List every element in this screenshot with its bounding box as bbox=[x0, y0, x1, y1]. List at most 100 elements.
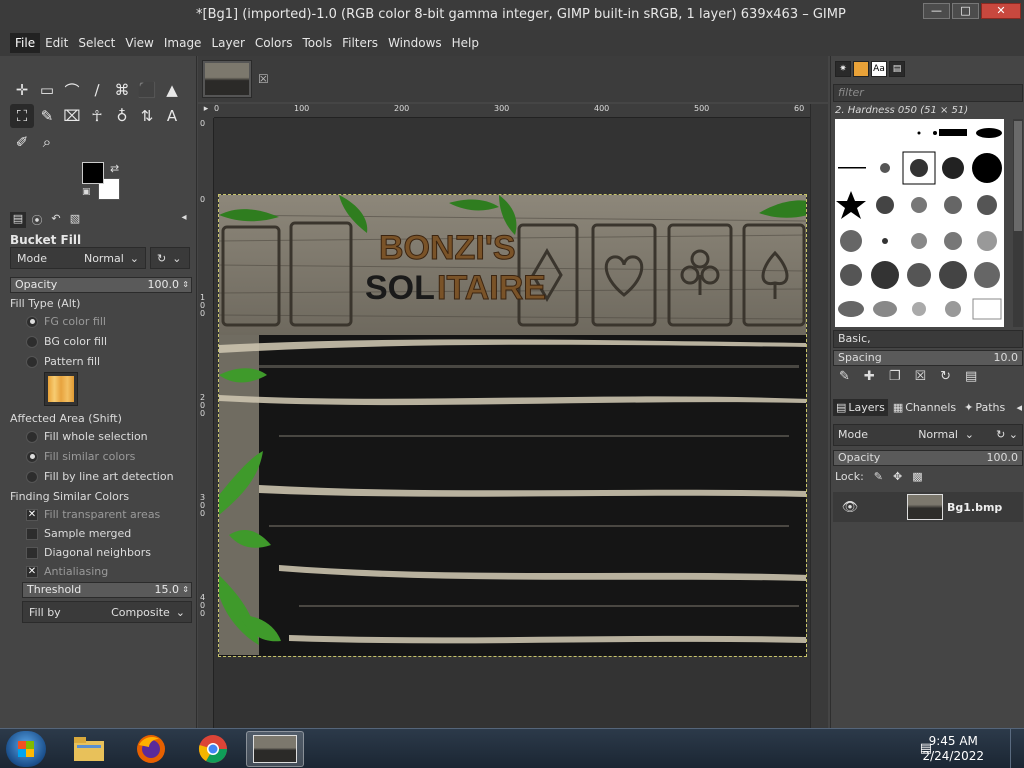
horizontal-ruler[interactable]: 0 100 200 300 400 500 60 bbox=[214, 104, 810, 118]
spin-icon[interactable]: ⇕ bbox=[182, 583, 189, 597]
mode-select[interactable]: Mode Normal ⌄ bbox=[10, 247, 146, 269]
ruler-corner[interactable]: ▸ bbox=[198, 104, 214, 118]
menu-help[interactable]: Help bbox=[447, 33, 484, 53]
paintbrush-tool-icon[interactable]: ✎ bbox=[35, 104, 59, 128]
layer-opacity-slider[interactable]: Opacity 100.0 bbox=[833, 450, 1023, 466]
layer-name: Bg1.bmp bbox=[947, 500, 1003, 514]
taskbar-explorer[interactable] bbox=[60, 731, 118, 767]
duplicate-brush-icon[interactable]: ❐ bbox=[889, 369, 901, 384]
channels-icon: ▦ bbox=[892, 400, 904, 414]
menu-windows[interactable]: Windows bbox=[383, 33, 447, 53]
free-select-tool-icon[interactable]: ⌒ bbox=[60, 78, 84, 102]
fonts-tab-icon[interactable]: Aa bbox=[871, 61, 887, 77]
swap-colors-icon[interactable]: ⇄ bbox=[110, 162, 119, 175]
eraser-tool-icon[interactable]: ⌧ bbox=[60, 104, 84, 128]
open-brush-as-image-icon[interactable]: ▤ bbox=[965, 369, 977, 384]
menu-view[interactable]: View bbox=[120, 33, 158, 53]
brushes-tab-icon[interactable]: ✷ bbox=[835, 61, 851, 77]
image-canvas[interactable]: BONZI'S SOL ITAIRE bbox=[218, 194, 807, 657]
close-tab-icon[interactable]: ☒ bbox=[258, 72, 269, 86]
reset-icon[interactable]: ↻ ⌄ bbox=[996, 425, 1018, 445]
check-sample-merged[interactable]: Sample merged bbox=[26, 527, 131, 540]
layer-opacity-label: Opacity bbox=[838, 451, 881, 464]
radio-fill-similar-colors[interactable]: Fill similar colors bbox=[26, 450, 135, 463]
radio-fill-line-art[interactable]: Fill by line art detection bbox=[26, 470, 174, 483]
document-history-tab-icon[interactable]: ▤ bbox=[889, 61, 905, 77]
menu-tools[interactable]: Tools bbox=[298, 33, 338, 53]
radio-fill-whole-selection[interactable]: Fill whole selection bbox=[26, 430, 148, 443]
smudge-tool-icon[interactable]: ♁ bbox=[110, 104, 134, 128]
refresh-brushes-icon[interactable]: ↻ bbox=[940, 369, 951, 384]
new-brush-icon[interactable]: ✚ bbox=[864, 369, 875, 384]
threshold-slider[interactable]: Threshold 15.0 ⇕ bbox=[22, 582, 192, 598]
menu-edit[interactable]: Edit bbox=[40, 33, 73, 53]
delete-brush-icon[interactable]: ☒ bbox=[914, 369, 926, 384]
taskbar-chrome[interactable] bbox=[184, 731, 242, 767]
taskbar-clock[interactable]: 9:45 AM 2/24/2022 bbox=[922, 734, 984, 764]
color-picker-tool-icon[interactable]: ✐ bbox=[10, 130, 34, 154]
brush-scrollbar[interactable] bbox=[1013, 119, 1023, 327]
menu-filters[interactable]: Filters bbox=[337, 33, 383, 53]
minimize-button[interactable]: — bbox=[923, 3, 950, 19]
brush-grid[interactable] bbox=[835, 119, 1004, 327]
default-colors-icon[interactable]: ▣ bbox=[82, 187, 91, 197]
zoom-tool-icon[interactable]: ⌕ bbox=[35, 130, 59, 154]
tool-options-tab-icon[interactable]: ▤ bbox=[10, 212, 26, 228]
tab-layers[interactable]: ▤ Layers bbox=[833, 398, 888, 416]
patterns-tab-icon[interactable] bbox=[853, 61, 869, 77]
lock-alpha-icon[interactable]: ▩ bbox=[912, 470, 922, 483]
edit-brush-icon[interactable]: ✎ bbox=[839, 369, 850, 384]
text-tool-icon[interactable]: A bbox=[160, 104, 184, 128]
clone-tool-icon[interactable]: ☥ bbox=[85, 104, 109, 128]
fuzzy-select-tool-icon[interactable]: ∕ bbox=[85, 78, 109, 102]
image-tab-thumbnail[interactable] bbox=[202, 60, 252, 98]
device-status-tab-icon[interactable]: ⦿ bbox=[29, 212, 45, 228]
spacing-slider[interactable]: Spacing 10.0 bbox=[833, 350, 1023, 366]
visibility-eye-icon[interactable]: 👁 bbox=[837, 500, 863, 515]
vertical-ruler[interactable]: 0 0 100 200 300 400 bbox=[198, 118, 214, 728]
transform-tool-icon[interactable]: ⬛ bbox=[135, 78, 159, 102]
layer-mode-select[interactable]: Mode Normal ⌄ ↻ ⌄ bbox=[833, 424, 1023, 446]
maximize-button[interactable]: □ bbox=[952, 3, 979, 19]
foreground-color[interactable] bbox=[82, 162, 104, 184]
check-diagonal-neighbors[interactable]: Diagonal neighbors bbox=[26, 546, 151, 559]
lock-pixels-icon[interactable]: ✎ bbox=[874, 470, 883, 483]
tab-menu-icon[interactable]: ◂ bbox=[176, 212, 192, 228]
move-tool-icon[interactable]: ✛ bbox=[10, 78, 34, 102]
brush-tag-input[interactable]: Basic, bbox=[833, 330, 1023, 348]
menu-layer[interactable]: Layer bbox=[206, 33, 249, 53]
radio-bg-color-fill[interactable]: BG color fill bbox=[26, 335, 107, 348]
crop-tool-icon[interactable]: ⌘ bbox=[110, 78, 134, 102]
paths-tool-icon[interactable]: ⇅ bbox=[135, 104, 159, 128]
bucket-fill-tool-icon[interactable]: ⛶ bbox=[10, 104, 34, 128]
close-button[interactable]: ✕ bbox=[981, 3, 1021, 19]
dock-menu-icon[interactable]: ◂ bbox=[1013, 399, 1024, 416]
canvas-vertical-scrollbar[interactable] bbox=[810, 104, 828, 728]
check-antialiasing[interactable]: ✕ Antialiasing bbox=[26, 565, 108, 578]
fillby-select[interactable]: Fill by Composite ⌄ bbox=[22, 601, 192, 623]
taskbar-gimp[interactable] bbox=[246, 731, 304, 767]
rect-select-tool-icon[interactable]: ▭ bbox=[35, 78, 59, 102]
radio-pattern-fill[interactable]: Pattern fill bbox=[26, 355, 100, 368]
opacity-slider[interactable]: Opacity 100.0 ⇕ bbox=[10, 277, 192, 293]
taskbar-firefox[interactable] bbox=[122, 731, 180, 767]
tab-paths[interactable]: ✦ Paths bbox=[961, 399, 1008, 416]
menu-file[interactable]: File bbox=[10, 33, 41, 53]
brush-filter-input[interactable]: filter bbox=[833, 84, 1023, 102]
pattern-swatch[interactable] bbox=[44, 372, 78, 406]
images-tab-icon[interactable]: ▧ bbox=[67, 212, 83, 228]
lock-position-icon[interactable]: ✥ bbox=[893, 470, 902, 483]
spin-icon[interactable]: ⇕ bbox=[182, 278, 189, 292]
start-button[interactable] bbox=[6, 731, 46, 767]
menu-select[interactable]: Select bbox=[73, 33, 120, 53]
layer-row[interactable]: 👁 Bg1.bmp bbox=[833, 492, 1023, 522]
radio-fg-color-fill[interactable]: FG color fill bbox=[26, 315, 106, 328]
tab-channels[interactable]: ▦ Channels bbox=[890, 399, 959, 416]
menu-colors[interactable]: Colors bbox=[250, 33, 298, 53]
check-fill-transparent[interactable]: ✕ Fill transparent areas bbox=[26, 508, 160, 521]
warp-tool-icon[interactable]: ▲ bbox=[160, 78, 184, 102]
show-desktop-button[interactable] bbox=[1010, 729, 1024, 768]
menu-image[interactable]: Image bbox=[159, 33, 207, 53]
undo-history-tab-icon[interactable]: ↶ bbox=[48, 212, 64, 228]
mode-reset-button[interactable]: ↻ ⌄ bbox=[150, 247, 190, 269]
